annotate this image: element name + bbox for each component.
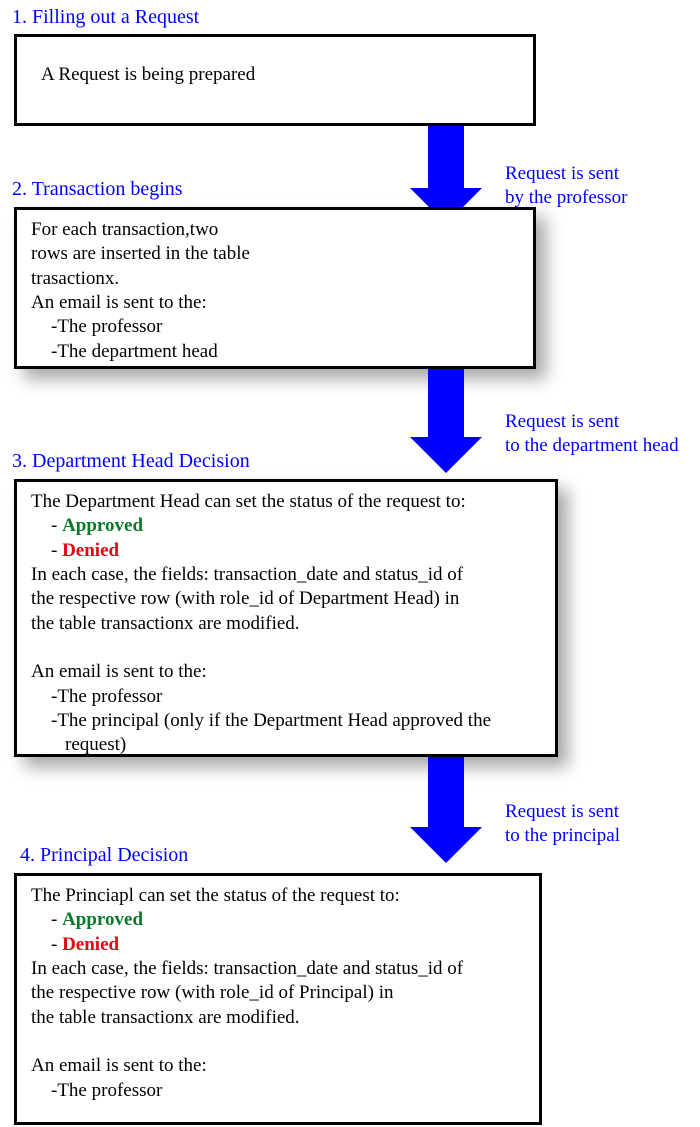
step3-approved-row: - Approved — [31, 514, 541, 538]
step4-line4: In each case, the fields: transaction_da… — [31, 958, 463, 979]
step2-line4: An email is sent to the: — [31, 292, 207, 313]
step1-heading: 1. Filling out a Request — [12, 6, 199, 29]
step2-line1: For each transaction,two — [31, 219, 218, 240]
step3-line8: An email is sent to the: — [31, 661, 207, 682]
status-approved: Approved — [62, 515, 143, 536]
step1-box: A Request is being prepared — [14, 34, 536, 126]
step3-line5: the respective row (with role_id of Depa… — [31, 588, 459, 609]
arrow2-label-line2: to the department head — [505, 435, 679, 456]
step3-line11: request) — [31, 733, 541, 757]
step3-line1: The Department Head can set the status o… — [31, 491, 466, 512]
arrow3-label-line2: to the principal — [505, 825, 620, 846]
arrow3-label-line1: Request is sent — [505, 801, 619, 822]
step4-blank — [31, 1031, 36, 1052]
step4-denied-row: - Denied — [31, 933, 525, 957]
arrow1-label-line2: by the professor — [505, 187, 627, 208]
step4-box: The Princiapl can set the status of the … — [14, 873, 542, 1125]
step4-line5: the respective row (with role_id of Prin… — [31, 982, 393, 1003]
step3-line10: -The principal (only if the Department H… — [31, 709, 541, 733]
step1-body: A Request is being prepared — [41, 64, 255, 85]
arrow2-label: Request is sent to the department head — [505, 410, 679, 458]
arrow3-label: Request is sent to the principal — [505, 800, 620, 848]
step4-heading: 4. Principal Decision — [20, 844, 188, 867]
step2-line2: rows are inserted in the table — [31, 243, 250, 264]
step4-approved-row: - Approved — [31, 908, 525, 932]
step4-line1: The Princiapl can set the status of the … — [31, 885, 400, 906]
step2-line6: -The department head — [31, 340, 519, 364]
step2-line3: trasactionx. — [31, 268, 119, 289]
step3-line6: the table transactionx are modified. — [31, 613, 300, 634]
step4-line9: -The professor — [31, 1079, 525, 1103]
step3-heading: 3. Department Head Decision — [12, 450, 250, 473]
step3-box: The Department Head can set the status o… — [14, 479, 558, 757]
arrow1-label: Request is sent by the professor — [505, 162, 627, 210]
step3-line4: In each case, the fields: transaction_da… — [31, 564, 463, 585]
arrow1-label-line1: Request is sent — [505, 163, 619, 184]
step4-line8: An email is sent to the: — [31, 1055, 207, 1076]
step2-heading: 2. Transaction begins — [12, 178, 183, 201]
status-denied: Denied — [62, 934, 119, 955]
bullet-dash: - — [51, 934, 62, 955]
step3-denied-row: - Denied — [31, 539, 541, 563]
step2-box: For each transaction,two rows are insert… — [14, 207, 536, 369]
bullet-dash: - — [51, 540, 62, 561]
status-denied: Denied — [62, 540, 119, 561]
flow-diagram: 1. Filling out a Request A Request is be… — [0, 0, 700, 1127]
bullet-dash: - — [51, 515, 62, 536]
arrow2-label-line1: Request is sent — [505, 411, 619, 432]
step2-line5: -The professor — [31, 315, 519, 339]
step3-blank — [31, 637, 36, 658]
status-approved: Approved — [62, 909, 143, 930]
step3-line9: -The professor — [31, 685, 541, 709]
step4-line6: the table transactionx are modified. — [31, 1007, 300, 1028]
bullet-dash: - — [51, 909, 62, 930]
